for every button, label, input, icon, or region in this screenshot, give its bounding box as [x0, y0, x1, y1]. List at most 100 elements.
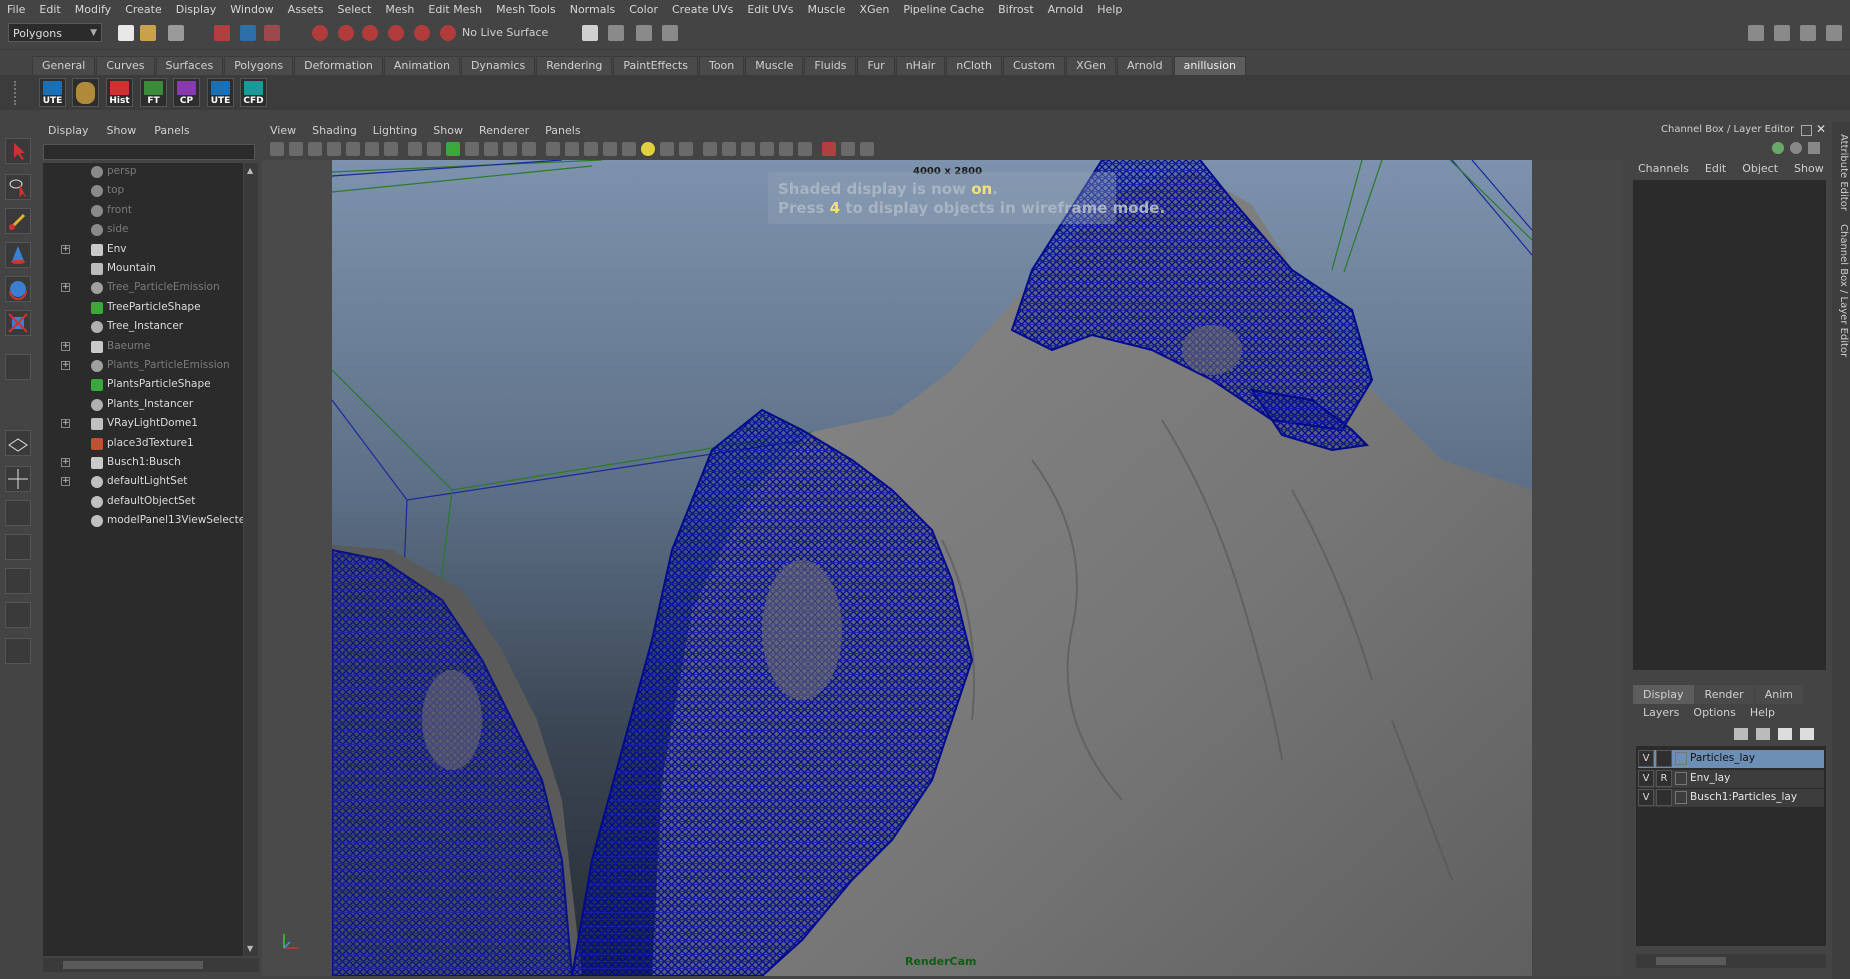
shelf-button-cp[interactable]: CP — [173, 78, 200, 107]
paint-select-tool-icon[interactable] — [5, 208, 31, 234]
close-icon[interactable]: ✕ — [1816, 122, 1826, 136]
viewport[interactable] — [262, 160, 1622, 976]
persp-graph-layout-icon[interactable] — [5, 534, 31, 560]
outliner-item-defaultobjectset[interactable]: defaultObjectSet — [43, 493, 243, 512]
shelf-button-ft[interactable]: FT — [140, 78, 167, 107]
layer-color-swatch[interactable] — [1675, 752, 1687, 765]
layer-menu-options[interactable]: Options — [1686, 704, 1742, 722]
layout-icon[interactable] — [1748, 25, 1764, 41]
lasso-tool-icon[interactable] — [5, 174, 31, 200]
layer-visibility-toggle[interactable]: V — [1638, 769, 1654, 787]
layer-display-type-toggle[interactable] — [1656, 789, 1672, 806]
layer-tab-render[interactable]: Render — [1694, 685, 1754, 704]
layer-tab-display[interactable]: Display — [1633, 685, 1694, 704]
expand-icon[interactable]: + — [61, 244, 70, 254]
snap-grid-icon[interactable] — [312, 25, 328, 41]
outliner-item-side[interactable]: side — [43, 221, 243, 240]
grease-pencil-icon[interactable] — [384, 142, 398, 156]
move-tool-icon[interactable] — [5, 242, 31, 268]
safe-action-icon[interactable] — [503, 142, 517, 156]
shelf-tab-polygons[interactable]: Polygons — [224, 56, 294, 76]
channel-box-menu-edit[interactable]: Edit — [1697, 160, 1734, 178]
scroll-down-icon[interactable]: ▼ — [247, 944, 253, 953]
outliner-item-defaultlightset[interactable]: + defaultLightSet — [43, 473, 243, 492]
menu-pipeline-cache[interactable]: Pipeline Cache — [896, 0, 991, 19]
select-camera-icon[interactable] — [270, 142, 284, 156]
image-plane-icon[interactable] — [346, 142, 360, 156]
outliner-item-plantsparticleshape[interactable]: PlantsParticleShape — [43, 376, 243, 395]
menu-normals[interactable]: Normals — [563, 0, 623, 19]
open-scene-icon[interactable] — [140, 25, 156, 41]
hypershade-layout-icon[interactable] — [5, 568, 31, 594]
motion-blur-icon[interactable] — [703, 142, 717, 156]
menu-arnold[interactable]: Arnold — [1041, 0, 1091, 19]
lock-camera-icon[interactable] — [289, 142, 303, 156]
shelf-tab-fur[interactable]: Fur — [857, 56, 895, 76]
scroll-thumb[interactable] — [1656, 957, 1726, 965]
float-panel-icon[interactable] — [1801, 125, 1812, 136]
layer-row-busch1-particles-lay[interactable]: V Busch1:Particles_lay — [1638, 789, 1824, 807]
menu-xgen[interactable]: XGen — [853, 0, 897, 19]
snap-live-icon[interactable] — [414, 25, 430, 41]
field-chart-icon[interactable] — [484, 142, 498, 156]
shelf-tab-arnold[interactable]: Arnold — [1116, 56, 1173, 76]
expand-icon[interactable]: + — [61, 419, 70, 429]
make-live-icon[interactable] — [440, 25, 456, 41]
layer-menu-help[interactable]: Help — [1743, 704, 1782, 722]
layer-color-swatch[interactable] — [1675, 791, 1687, 804]
move-layer-up-icon[interactable] — [1734, 728, 1748, 740]
shadows-icon[interactable] — [660, 142, 674, 156]
channel-box-tab[interactable]: Channel Box / Layer Editor — [1833, 224, 1849, 357]
menu-assets[interactable]: Assets — [281, 0, 331, 19]
shelf-tab-xgen[interactable]: XGen — [1066, 56, 1116, 76]
menu-create[interactable]: Create — [118, 0, 169, 19]
select-tool-icon[interactable] — [5, 138, 31, 164]
outliner-item-env[interactable]: + Env — [43, 241, 243, 260]
ipr-render-icon[interactable] — [636, 25, 652, 41]
use-all-lights-icon[interactable] — [641, 142, 655, 156]
render-view-icon[interactable] — [582, 25, 598, 41]
menu-window[interactable]: Window — [223, 0, 280, 19]
xray-joints-icon[interactable] — [798, 142, 812, 156]
layer-row-particles-lay[interactable]: V Particles_lay — [1638, 750, 1824, 768]
shelf-tab-anillusion[interactable]: anillusion — [1173, 56, 1246, 76]
new-scene-icon[interactable] — [118, 25, 134, 41]
scale-tool-icon[interactable] — [5, 310, 31, 336]
viewport-menu-shading[interactable]: Shading — [304, 122, 365, 139]
expand-icon[interactable]: + — [61, 341, 70, 351]
menu-set-selector[interactable]: Polygons ▼ — [8, 23, 102, 42]
expand-icon[interactable]: + — [61, 361, 70, 370]
shelf-tab-nhair[interactable]: nHair — [895, 56, 946, 76]
menu-muscle[interactable]: Muscle — [800, 0, 852, 19]
viewport-menu-view[interactable]: View — [262, 122, 304, 139]
render-frame-icon[interactable] — [608, 25, 624, 41]
outliner-menu-display[interactable]: Display — [39, 122, 98, 140]
four-view-layout-icon[interactable] — [5, 466, 31, 492]
wireframe-icon[interactable] — [546, 142, 560, 156]
shelf-tab-deformation[interactable]: Deformation — [294, 56, 383, 76]
channel-speed-icon[interactable] — [1790, 142, 1802, 154]
expand-icon[interactable]: + — [61, 458, 70, 467]
shelf-button-ute[interactable]: UTE — [207, 78, 234, 107]
outliner-item-baeume[interactable]: + Baeume — [43, 338, 243, 357]
expand-icon[interactable]: + — [61, 477, 70, 487]
shelf-tab-dynamics[interactable]: Dynamics — [460, 56, 536, 76]
resolution-gate-icon[interactable] — [446, 142, 460, 156]
outliner-menu-show[interactable]: Show — [98, 122, 146, 140]
menu-mesh[interactable]: Mesh — [378, 0, 421, 19]
channel-box-menu-object[interactable]: Object — [1734, 160, 1786, 178]
menu-modify[interactable]: Modify — [68, 0, 118, 19]
viewport-menu-lighting[interactable]: Lighting — [365, 122, 425, 139]
channel-box-menu-channels[interactable]: Channels — [1630, 160, 1697, 178]
viewport-menu-renderer[interactable]: Renderer — [471, 122, 537, 139]
shelf-button-hist[interactable]: Hist — [106, 78, 133, 107]
menu-edit-mesh[interactable]: Edit Mesh — [421, 0, 489, 19]
shelf-tab-ncloth[interactable]: nCloth — [946, 56, 1002, 76]
outliner-item-plants-particleemission[interactable]: + Plants_ParticleEmission — [43, 357, 243, 376]
snap-point-icon[interactable] — [362, 25, 378, 41]
layer-display-type-toggle[interactable]: R — [1656, 769, 1672, 787]
scroll-thumb[interactable] — [63, 961, 203, 969]
scroll-up-icon[interactable]: ▲ — [247, 166, 253, 175]
select-object-icon[interactable] — [240, 25, 256, 41]
use-default-material-icon[interactable] — [584, 142, 598, 156]
